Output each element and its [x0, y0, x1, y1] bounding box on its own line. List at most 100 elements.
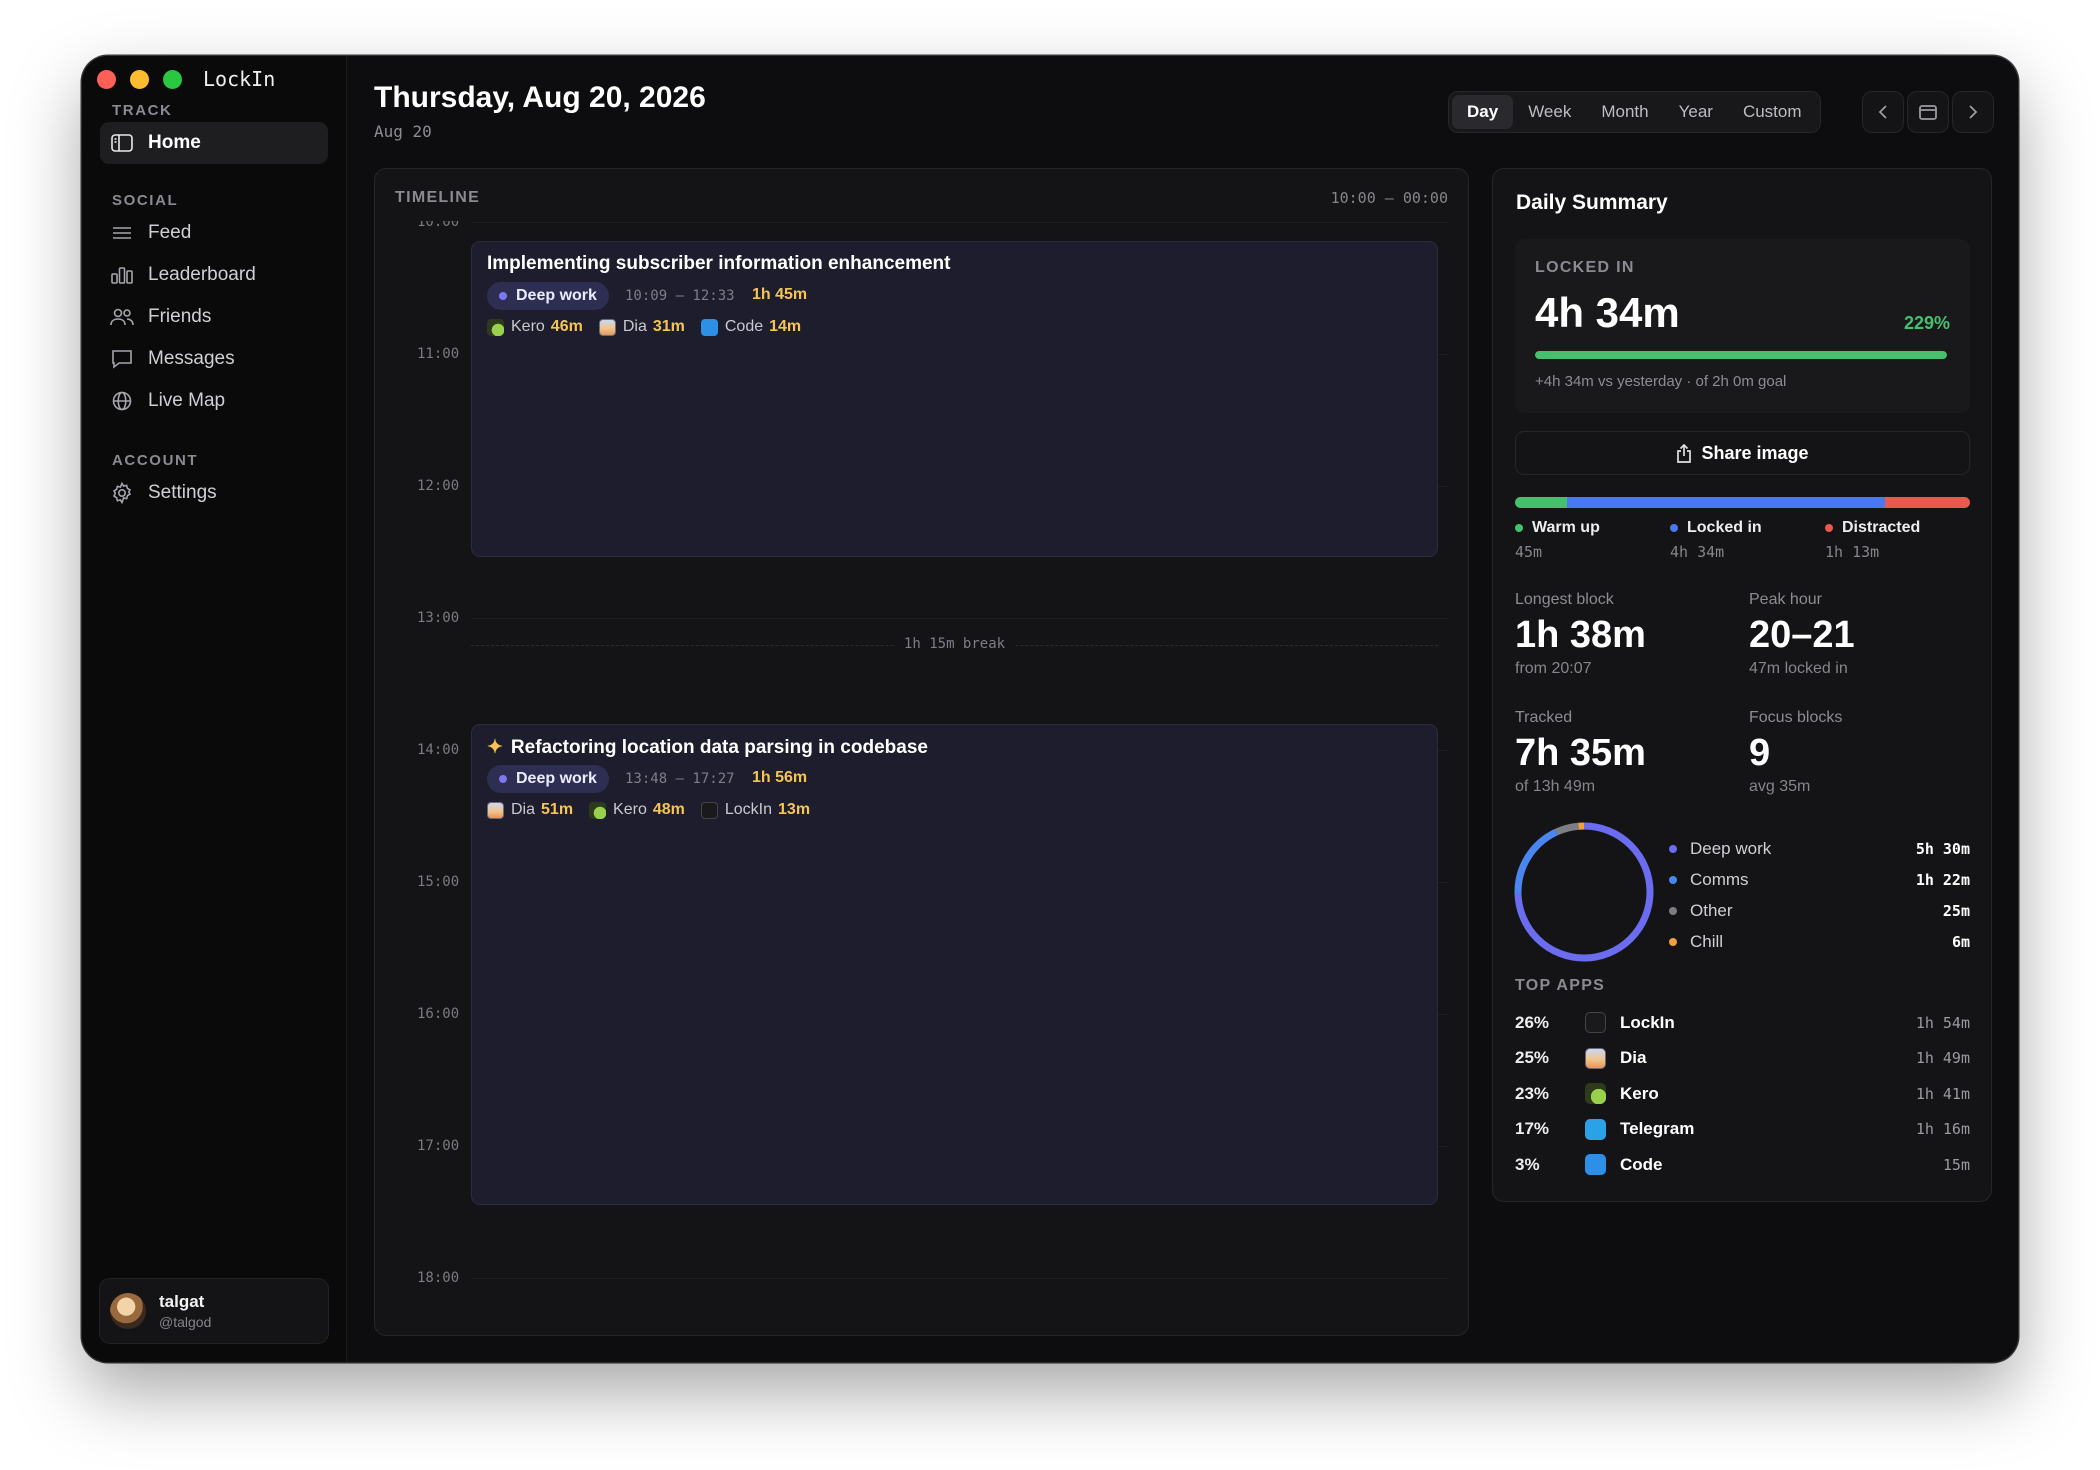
range-tab-custom[interactable]: Custom	[1728, 95, 1817, 129]
app-percent: 17%	[1515, 1119, 1550, 1139]
locked-in-value: 4h 34m	[1535, 289, 1680, 336]
top-apps-label: TOP APPS	[1515, 977, 1606, 994]
minimize-window-button[interactable]	[130, 70, 149, 89]
metric-sub: from 20:07	[1515, 660, 1592, 677]
kero-app-icon	[1585, 1083, 1606, 1105]
hour-label: 16:00	[417, 1006, 460, 1022]
calendar-button[interactable]	[1907, 91, 1949, 133]
focus-block[interactable]: ✦ Refactoring location data parsing in co…	[471, 724, 1438, 1205]
top-app-row[interactable]: 3% Code 15m	[1515, 1147, 1970, 1183]
goal-progress-bar	[1535, 351, 1947, 359]
legend-dot	[1670, 524, 1678, 532]
top-app-row[interactable]: 23% Kero 1h 41m	[1515, 1076, 1970, 1112]
hour-label: 14:00	[417, 742, 460, 758]
sidebar-item-label: Live Map	[148, 390, 226, 411]
legend-dot	[1515, 524, 1523, 532]
category-row: Deep work 5h 30m	[1669, 833, 1970, 864]
break-divider: 1h 15m break	[471, 636, 1438, 652]
locked-in-segment	[1567, 497, 1886, 508]
calendar-icon	[1919, 105, 1937, 120]
range-tab-week[interactable]: Week	[1513, 95, 1586, 129]
warm-up-segment	[1515, 497, 1568, 508]
block-title: Refactoring location data parsing in cod…	[510, 737, 928, 758]
block-title-row: ✦ Refactoring location data parsing in co…	[487, 736, 928, 759]
timeline-body[interactable]: 10:00 11:00 12:00 13:00 14:00 15:00 16:0…	[375, 221, 1468, 1335]
category-list: Deep work 5h 30m Comms 1h 22m Other 25m Chi…	[1669, 833, 1970, 957]
app-chip: Dia 51m	[487, 801, 573, 819]
sidebar-item-live-map[interactable]: Live Map	[100, 380, 328, 422]
block-time-range: 13:48 — 17:27	[625, 771, 735, 787]
metric-label: Tracked	[1515, 709, 1573, 726]
hour-gridline	[473, 1278, 1448, 1279]
goal-progress-fill	[1535, 351, 1947, 359]
category-badge: Deep work	[487, 765, 609, 793]
legend-item-locked-in: Locked in 4h 34m	[1670, 519, 1825, 561]
sidebar-item-leaderboard[interactable]: Leaderboard	[100, 254, 328, 296]
sidebar-item-label: Messages	[148, 348, 235, 369]
legend-item-warm-up: Warm up 45m	[1515, 519, 1670, 561]
metric-value: 1h 38m	[1515, 614, 1646, 656]
avatar	[110, 1293, 146, 1329]
zoom-window-button[interactable]	[163, 70, 182, 89]
block-duration: 1h 45m	[752, 286, 808, 303]
section-label-track: TRACK	[112, 102, 173, 119]
range-tab-day[interactable]: Day	[1452, 95, 1514, 129]
category-dot	[1669, 844, 1677, 853]
sidebar-item-messages[interactable]: Messages	[100, 338, 328, 380]
app-name: Dia	[622, 318, 647, 335]
vscode-app-icon	[700, 318, 718, 336]
metric-longest-block: Longest block 1h 38m from 20:07	[1515, 591, 1646, 678]
hour-label: 18:00	[417, 1270, 460, 1286]
sidebar-item-feed[interactable]: Feed	[100, 212, 328, 254]
locked-in-label: LOCKED IN	[1535, 259, 1635, 276]
app-percent: 3%	[1515, 1154, 1540, 1174]
category-row: Chill 6m	[1669, 926, 1970, 957]
lockin-app-icon	[1585, 1012, 1606, 1034]
timeline-range: 10:00 — 00:00	[1330, 189, 1448, 207]
category-name: Comms	[1690, 869, 1749, 889]
top-app-row[interactable]: 25% Dia 1h 49m	[1515, 1041, 1970, 1077]
next-day-button[interactable]	[1952, 91, 1994, 133]
category-time: 25m	[1942, 901, 1970, 920]
legend-item-distracted: Distracted 1h 13m	[1825, 519, 1980, 561]
category-name: Deep work	[1690, 838, 1772, 858]
page-title: Thursday, Aug 20, 2026	[374, 81, 706, 114]
range-tab-month[interactable]: Month	[1586, 95, 1663, 129]
sidebar-item-friends[interactable]: Friends	[100, 296, 328, 338]
app-time: 1h 49m	[1915, 1049, 1970, 1068]
category-time: 6m	[1951, 932, 1970, 951]
hour-label: 15:00	[417, 874, 460, 890]
sparkle-icon: ✦	[487, 737, 503, 758]
metric-peak-hour: Peak hour 20–21 47m locked in	[1749, 591, 1855, 678]
list-icon	[110, 221, 134, 245]
user-profile-button[interactable]: talgat @talgod	[99, 1278, 329, 1344]
focus-block[interactable]: Implementing subscriber information enha…	[471, 241, 1438, 557]
metric-sub: 47m locked in	[1749, 660, 1848, 677]
app-time: 15m	[1942, 1155, 1970, 1174]
app-window: LockIn TRACK Home SOCIAL Feed Leaderboar…	[82, 56, 2018, 1362]
category-time: 5h 30m	[1915, 839, 1970, 858]
summary-title: Daily Summary	[1516, 191, 1668, 214]
close-window-button[interactable]	[97, 70, 116, 89]
range-tab-year[interactable]: Year	[1664, 95, 1728, 129]
share-image-button[interactable]: Share image	[1515, 431, 1970, 475]
top-app-row[interactable]: 26% LockIn 1h 54m	[1515, 1005, 1970, 1041]
timeline-panel: TIMELINE 10:00 — 00:00 10:00 11:00 12:00…	[374, 168, 1469, 1336]
metric-sub: avg 35m	[1749, 778, 1811, 795]
share-label: Share image	[1701, 442, 1809, 463]
app-name: Dia	[1620, 1048, 1647, 1068]
sidebar-item-settings[interactable]: Settings	[100, 472, 328, 514]
metric-focus-blocks: Focus blocks 9 avg 35m	[1749, 709, 1842, 796]
app-name: Code	[1620, 1154, 1663, 1174]
legend-value: 1h 13m	[1825, 543, 1880, 561]
sidebar-item-label: Leaderboard	[148, 264, 256, 285]
sidebar-item-home[interactable]: Home	[100, 122, 328, 164]
app-time: 13m	[778, 801, 811, 818]
top-app-row[interactable]: 17% Telegram 1h 16m	[1515, 1112, 1970, 1148]
app-percent: 25%	[1515, 1048, 1550, 1068]
metric-label: Peak hour	[1749, 591, 1822, 608]
vscode-app-icon	[1585, 1154, 1606, 1176]
previous-day-button[interactable]	[1862, 91, 1904, 133]
locked-in-comparison: +4h 34m vs yesterday · of 2h 0m goal	[1535, 373, 1787, 390]
app-name: LockIn	[1620, 1012, 1675, 1032]
